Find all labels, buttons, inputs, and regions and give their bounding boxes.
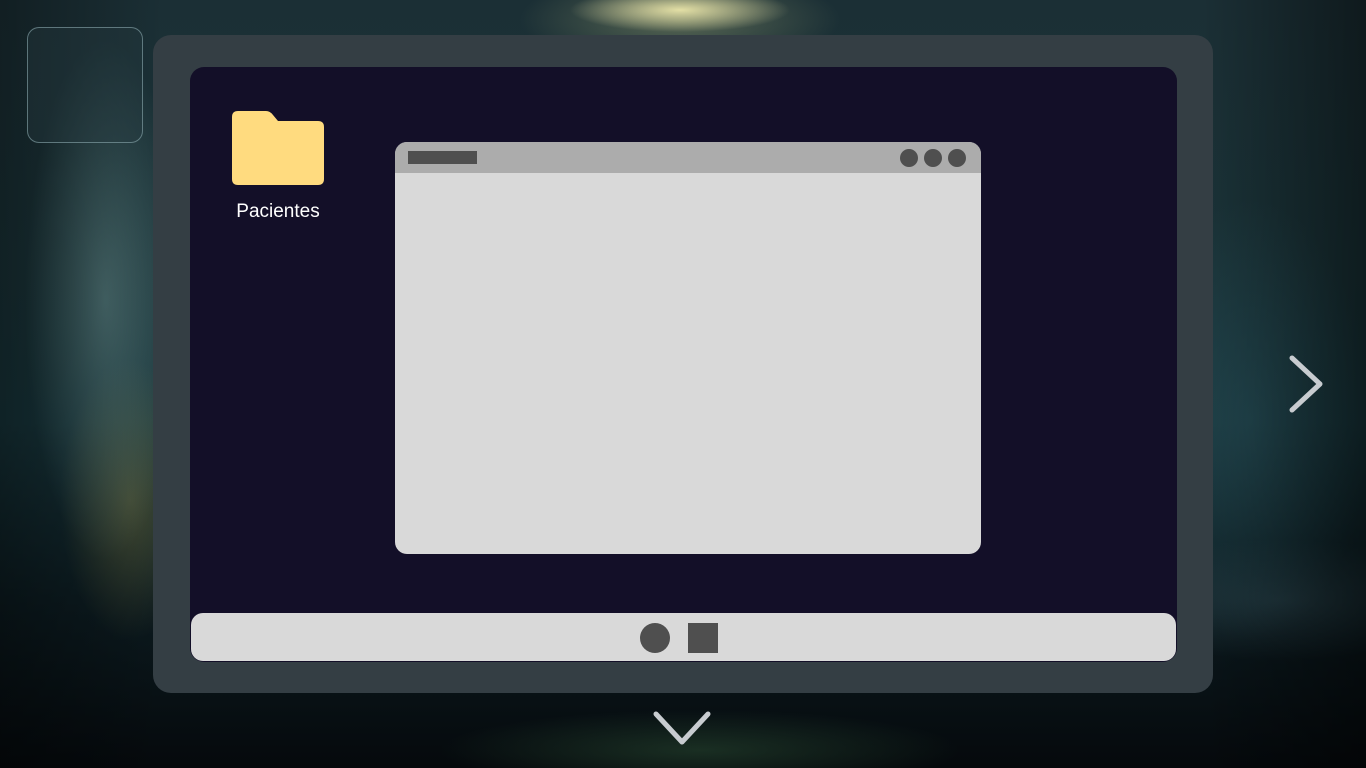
- window-control-button-1[interactable]: [900, 149, 918, 167]
- app-window[interactable]: [395, 142, 981, 554]
- folder-label: Pacientes: [236, 201, 320, 222]
- window-title-placeholder: [408, 151, 477, 164]
- tablet-screen: Pacientes: [190, 67, 1177, 662]
- inventory-slot[interactable]: [27, 27, 143, 143]
- folder-icon: [232, 111, 324, 185]
- next-page-button[interactable]: [1286, 352, 1326, 416]
- chevron-down-icon: [653, 711, 711, 745]
- taskbar: [191, 613, 1176, 661]
- window-content-area: [395, 173, 981, 554]
- desktop-folder-pacientes[interactable]: Pacientes: [230, 111, 326, 223]
- window-control-button-3[interactable]: [948, 149, 966, 167]
- chevron-right-icon: [1289, 355, 1323, 413]
- close-view-button[interactable]: [650, 708, 714, 748]
- home-button[interactable]: [640, 623, 670, 653]
- tablet-device: Pacientes: [153, 35, 1213, 693]
- window-control-button-2[interactable]: [924, 149, 942, 167]
- game-scene: Pacientes: [0, 0, 1366, 768]
- window-titlebar[interactable]: [395, 142, 981, 173]
- recent-apps-button[interactable]: [688, 623, 718, 653]
